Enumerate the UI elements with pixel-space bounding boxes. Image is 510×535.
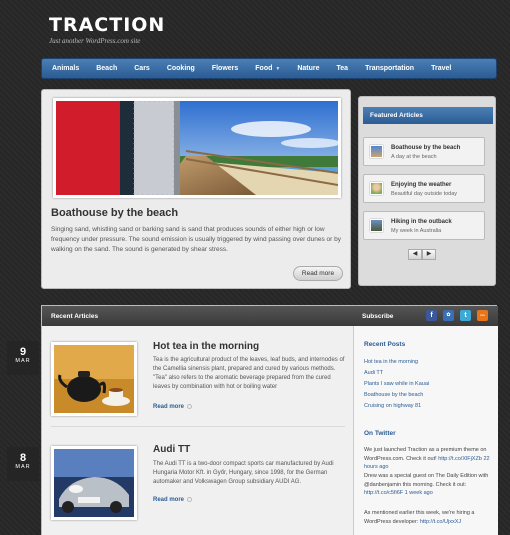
nav-item-transportation[interactable]: Transportation xyxy=(365,65,414,72)
tweet: As mentioned earlier this week, we're hi… xyxy=(364,509,492,526)
nav-item-animals[interactable]: Animals xyxy=(52,65,79,72)
site-tagline: Just another WordPress.com site xyxy=(49,37,141,45)
post-date: 8 MAR xyxy=(7,447,39,481)
featured-pager: ◀ ▶ xyxy=(408,249,436,260)
subscribe-label: Subscribe xyxy=(362,313,394,320)
post-date-day: 8 xyxy=(19,452,27,464)
post-title[interactable]: Audi TT xyxy=(153,444,190,455)
featured-item-subtitle: Beautiful day outside today xyxy=(391,191,458,197)
featured-item[interactable]: Hiking in the outback My week in Austral… xyxy=(363,211,485,240)
nav-item-tea[interactable]: Tea xyxy=(337,65,349,72)
content-area: Recent Articles Subscribe f ✿ t rss Hot … xyxy=(41,305,498,535)
nav-item-nature[interactable]: Nature xyxy=(297,65,319,72)
post-item: Hot tea in the morning Tea is the agricu… xyxy=(42,334,353,439)
recent-post-link[interactable]: Plants I saw while in Kauai xyxy=(364,381,429,387)
recent-posts-heading: Recent Posts xyxy=(364,341,406,348)
slide-excerpt: Singing sand, whistling sand or barking … xyxy=(51,226,342,253)
facebook-icon[interactable]: f xyxy=(426,310,437,321)
featured-item-title: Hiking in the outback xyxy=(391,219,452,225)
nav-item-travel[interactable]: Travel xyxy=(431,65,451,72)
site-logo[interactable]: TRACTION xyxy=(49,14,165,36)
tweet: Drew was a special guest on The Daily Ed… xyxy=(364,472,492,498)
next-arrow-icon[interactable]: ▶ xyxy=(422,249,436,260)
twitter-heading: On Twitter xyxy=(364,430,396,437)
tweet-link[interactable]: http://t.co/UjxxXJ xyxy=(420,519,461,525)
tweet-link[interactable]: http://t.co/c5fi6F xyxy=(364,490,403,496)
nav-item-beach[interactable]: Beach xyxy=(96,65,117,72)
recent-articles-heading: Recent Articles xyxy=(42,306,353,326)
recent-post-link[interactable]: Cruising on highway 81 xyxy=(364,403,421,409)
featured-item-subtitle: My week in Australia xyxy=(391,228,442,234)
slide-image-boathouse[interactable] xyxy=(53,98,341,198)
prev-arrow-icon[interactable]: ◀ xyxy=(408,249,422,260)
featured-item-subtitle: A day at the beach xyxy=(391,154,437,160)
post-date: 9 MAR xyxy=(7,341,39,375)
sidebar: Recent Posts Hot tea in the morning Audi… xyxy=(353,326,498,535)
post-date-month: MAR xyxy=(15,464,31,470)
subscribe-bar: Subscribe f ✿ t rss xyxy=(353,306,498,326)
slide-read-more-button[interactable]: Read more xyxy=(293,266,343,281)
tweet-time[interactable]: 1 week ago xyxy=(405,490,433,496)
rss-icon[interactable]: rss xyxy=(477,310,488,321)
post-thumbnail[interactable] xyxy=(51,342,137,416)
nav-item-food[interactable]: Food ▼ xyxy=(255,65,280,72)
post-divider xyxy=(51,426,345,427)
featured-thumb xyxy=(370,145,383,158)
featured-item-title: Boathouse by the beach xyxy=(391,145,461,151)
twitter-icon[interactable]: t xyxy=(460,310,471,321)
post-read-more-link[interactable]: Read more xyxy=(153,404,193,411)
flickr-icon[interactable]: ✿ xyxy=(443,310,454,321)
post-date-month: MAR xyxy=(15,358,31,364)
circle-icon xyxy=(187,497,193,502)
post-read-more-label: Read more xyxy=(153,404,185,411)
tweet: We just launched Traction as a premium t… xyxy=(364,446,492,472)
recent-post-link[interactable]: Hot tea in the morning xyxy=(364,359,418,365)
recent-post-link[interactable]: Audi TT xyxy=(364,370,383,376)
post-read-more-link[interactable]: Read more xyxy=(153,497,193,504)
slide-title[interactable]: Boathouse by the beach xyxy=(51,207,178,219)
tweet-link[interactable]: http://t.co/XlFjXZb xyxy=(438,456,482,462)
post-excerpt: The Audi TT is a two-door compact sports… xyxy=(153,461,334,485)
tweet-text: Drew was a special guest on The Daily Ed… xyxy=(364,473,489,488)
circle-icon xyxy=(187,404,193,409)
nav-item-food-label: Food xyxy=(255,65,273,72)
featured-articles-heading: Featured Articles xyxy=(363,107,493,124)
featured-item[interactable]: Boathouse by the beach A day at the beac… xyxy=(363,137,485,166)
nav-item-flowers[interactable]: Flowers xyxy=(212,65,238,72)
post-read-more-label: Read more xyxy=(153,497,185,504)
main-navigation: Animals Beach Cars Cooking Flowers Food ▼… xyxy=(41,58,497,79)
post-thumbnail[interactable] xyxy=(51,446,137,520)
nav-item-cars[interactable]: Cars xyxy=(134,65,150,72)
post-item: Audi TT The Audi TT is a two-door compac… xyxy=(42,440,353,535)
recent-post-link[interactable]: Boathouse by the beach xyxy=(364,392,423,398)
featured-slider: Boathouse by the beach Singing sand, whi… xyxy=(41,89,351,289)
post-title[interactable]: Hot tea in the morning xyxy=(153,341,259,352)
chevron-down-icon: ▼ xyxy=(275,66,281,72)
featured-item-title: Enjoying the weather xyxy=(391,182,452,188)
post-date-day: 9 xyxy=(19,346,27,358)
featured-articles-panel: Featured Articles Boathouse by the beach… xyxy=(358,96,496,286)
featured-item[interactable]: Enjoying the weather Beautiful day outsi… xyxy=(363,174,485,203)
post-excerpt: Tea is the agricultural product of the l… xyxy=(153,357,345,390)
nav-item-cooking[interactable]: Cooking xyxy=(167,65,195,72)
featured-thumb xyxy=(370,182,383,195)
featured-thumb xyxy=(370,219,383,232)
